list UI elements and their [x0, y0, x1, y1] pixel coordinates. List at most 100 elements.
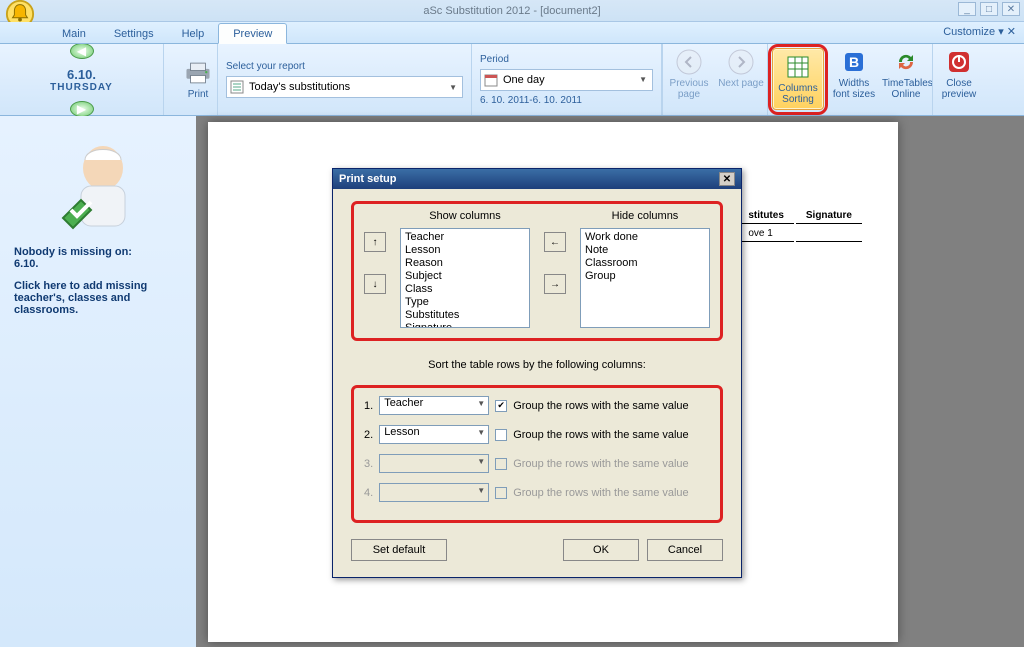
- arrow-left-icon: [675, 48, 703, 76]
- widths-button[interactable]: B Widths font sizes: [828, 44, 880, 115]
- ribbon: ◀ 6.10. THURSDAY ▶ Print Select your rep…: [0, 44, 1024, 116]
- ribbon-report-group: Select your report Today's substitutions: [218, 44, 472, 115]
- sidebar-heading-1: Nobody is missing on:: [14, 246, 182, 258]
- prev-page-button[interactable]: Previous page: [663, 44, 715, 115]
- tab-preview[interactable]: Preview: [218, 23, 287, 44]
- close-preview-label: Close preview: [935, 78, 983, 100]
- hide-columns-label: Hide columns: [580, 210, 710, 222]
- calendar-icon: [484, 73, 498, 87]
- table-cell-1: ove 1: [738, 226, 794, 242]
- preview-table-fragment: stitutesSignature ove 1: [736, 206, 864, 244]
- show-columns-section: Show columns TeacherLessonReasonSubjectC…: [400, 210, 530, 328]
- close-preview-button[interactable]: Close preview: [933, 44, 985, 115]
- move-up-button[interactable]: ↑: [364, 232, 386, 252]
- sort-row: 2. Lesson Group the rows with the same v…: [364, 425, 710, 444]
- window-controls: _ □ ✕: [958, 2, 1020, 16]
- group-checkbox[interactable]: [495, 429, 507, 441]
- print-button[interactable]: Print: [172, 55, 224, 104]
- move-to-hide-button[interactable]: →: [544, 274, 566, 294]
- group-checkbox: [495, 487, 507, 499]
- dialog-close-button[interactable]: ✕: [719, 172, 735, 186]
- reorder-buttons: ↑ ↓: [364, 210, 386, 294]
- minimize-button[interactable]: _: [958, 2, 976, 16]
- sort-combo[interactable]: Lesson: [379, 425, 489, 444]
- dialog-title: Print setup: [339, 173, 396, 185]
- table-header-substitutes: stitutes: [738, 208, 794, 224]
- set-default-button[interactable]: Set default: [351, 539, 447, 561]
- refresh-icon: [892, 48, 920, 76]
- sort-combo[interactable]: Teacher: [379, 396, 489, 415]
- window-title: aSc Substitution 2012 - [document2]: [423, 5, 600, 17]
- sort-row: 3. Group the rows with the same value: [364, 454, 710, 473]
- period-combo-value: One day: [503, 74, 545, 86]
- close-window-button[interactable]: ✕: [1002, 2, 1020, 16]
- table-header-signature: Signature: [796, 208, 862, 224]
- timetables-label: TimeTables Online: [882, 78, 930, 100]
- columns-sorting-button[interactable]: Columns Sorting: [772, 48, 824, 110]
- sidebar-add-link[interactable]: Click here to add missing teacher's, cla…: [14, 280, 182, 316]
- dialog-titlebar: Print setup ✕: [333, 169, 741, 189]
- group-checkbox[interactable]: ✔: [495, 400, 507, 412]
- ok-button[interactable]: OK: [563, 539, 639, 561]
- print-label: Print: [174, 89, 222, 100]
- ribbon-print-group: Print: [164, 44, 218, 115]
- hide-columns-list[interactable]: Work doneNoteClassroomGroup: [580, 228, 710, 328]
- sort-row-number: 3.: [364, 458, 373, 470]
- date-number: 6.10.: [50, 67, 113, 82]
- show-columns-list[interactable]: TeacherLessonReasonSubjectClassTypeSubst…: [400, 228, 530, 328]
- sort-instruction: Sort the table rows by the following col…: [351, 359, 723, 371]
- transfer-buttons: ← →: [544, 210, 566, 294]
- current-date: 6.10. THURSDAY: [50, 67, 113, 93]
- sidebar: Nobody is missing on: 6.10. Click here t…: [0, 116, 196, 647]
- sort-row: 4. Group the rows with the same value: [364, 483, 710, 502]
- report-icon: [230, 80, 244, 94]
- report-combo[interactable]: Today's substitutions: [226, 76, 463, 98]
- sort-combo: [379, 483, 489, 502]
- tab-main[interactable]: Main: [48, 24, 100, 43]
- move-down-button[interactable]: ↓: [364, 274, 386, 294]
- group-label: Group the rows with the same value: [513, 400, 688, 412]
- arrow-right-icon: [727, 48, 755, 76]
- maximize-button[interactable]: □: [980, 2, 998, 16]
- next-page-button[interactable]: Next page: [715, 44, 767, 115]
- period-combo[interactable]: One day: [480, 69, 653, 91]
- columns-sorting-highlight: Columns Sorting: [768, 44, 828, 115]
- prev-page-label: Previous page: [665, 78, 713, 100]
- next-page-label: Next page: [717, 78, 765, 89]
- table-cell-2: [796, 226, 862, 242]
- dialog-buttons: Set default OK Cancel: [351, 539, 723, 561]
- power-icon: [945, 48, 973, 76]
- sidebar-heading-2: 6.10.: [14, 258, 182, 270]
- sort-row: 1. Teacher ✔ Group the rows with the sam…: [364, 396, 710, 415]
- dialog-body: ↑ ↓ Show columns TeacherLessonReasonSubj…: [333, 189, 741, 577]
- window-titlebar: aSc Substitution 2012 - [document2] _ □ …: [0, 0, 1024, 22]
- period-range: 6. 10. 2011-6. 10. 2011: [480, 95, 653, 106]
- next-day-button[interactable]: ▶: [70, 101, 94, 117]
- period-group-label: Period: [480, 54, 653, 65]
- report-combo-value: Today's substitutions: [249, 81, 350, 93]
- columns-frame: ↑ ↓ Show columns TeacherLessonReasonSubj…: [351, 201, 723, 341]
- move-to-show-button[interactable]: ←: [544, 232, 566, 252]
- widths-label: Widths font sizes: [830, 78, 878, 100]
- group-checkbox: [495, 458, 507, 470]
- prev-day-button[interactable]: ◀: [70, 43, 94, 59]
- customize-link[interactable]: Customize ▾ ✕: [943, 25, 1016, 38]
- date-dayofweek: THURSDAY: [50, 82, 113, 93]
- group-label: Group the rows with the same value: [513, 487, 688, 499]
- tab-settings[interactable]: Settings: [100, 24, 168, 43]
- sort-row-number: 2.: [364, 429, 373, 441]
- cancel-button[interactable]: Cancel: [647, 539, 723, 561]
- sort-frame: 1. Teacher ✔ Group the rows with the sam…: [351, 385, 723, 523]
- group-label: Group the rows with the same value: [513, 458, 688, 470]
- group-label: Group the rows with the same value: [513, 429, 688, 441]
- sort-row-number: 1.: [364, 400, 373, 412]
- tab-help[interactable]: Help: [168, 24, 219, 43]
- columns-sorting-label: Columns Sorting: [775, 83, 821, 105]
- svg-text:B: B: [849, 54, 859, 70]
- sort-combo: [379, 454, 489, 473]
- ribbon-date-group: ◀ 6.10. THURSDAY ▶: [0, 44, 164, 115]
- print-setup-dialog: Print setup ✕ ↑ ↓ Show columns TeacherLe…: [332, 168, 742, 578]
- timetables-online-button[interactable]: TimeTables Online: [880, 44, 932, 115]
- report-group-label: Select your report: [226, 61, 463, 72]
- sort-row-number: 4.: [364, 487, 373, 499]
